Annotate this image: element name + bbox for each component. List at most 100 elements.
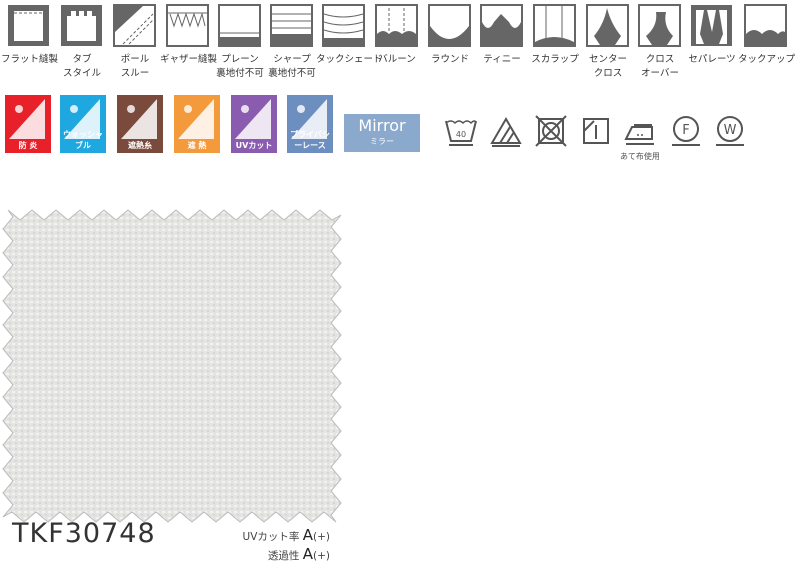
style-label: タックシェード — [316, 53, 383, 67]
style-label-line: クロス — [593, 68, 623, 79]
svg-text:W: W — [724, 123, 737, 138]
badge-label: 防 炎 — [18, 141, 38, 150]
style-label: タブ スタイル — [54, 53, 110, 81]
style-label-line: クロス — [645, 54, 675, 65]
style-label: セパレーツ — [684, 53, 740, 67]
style-label: ポール スルー — [107, 53, 163, 81]
style-label: プレーン 裏地付不可 — [212, 53, 268, 81]
style-balloon: バルーン — [375, 4, 419, 67]
pole-through-icon — [113, 4, 156, 47]
cross-over-icon — [638, 4, 681, 47]
svg-text:F: F — [682, 123, 689, 138]
style-label: バルーン — [369, 53, 425, 67]
style-flat-sewing: フラット縫製 — [1, 4, 58, 67]
balloon-icon — [375, 4, 418, 47]
iron-note: あて布使用 — [620, 152, 660, 161]
uv-cut-rate: UVカット率 A(+) — [243, 526, 330, 544]
badge-label: 遮熱糸 — [128, 141, 152, 150]
style-plain-shade: プレーン 裏地付不可 — [216, 4, 264, 81]
style-label-line: タックアップ — [738, 54, 796, 65]
style-label-line: スタイル — [62, 68, 101, 79]
drip-dry-icon — [578, 115, 614, 147]
style-label-line: タックシェード — [316, 54, 383, 65]
style-tuck-shade: タックシェード — [316, 4, 383, 67]
uv-value: A — [302, 526, 313, 544]
tab-style-icon — [61, 5, 102, 46]
badge-label: 遮 熱 — [187, 141, 207, 150]
style-label-line: プレーン — [221, 54, 259, 65]
badge-privacy-lace: プライバシーレース — [287, 95, 333, 153]
style-label: シャープ 裏地付不可 — [264, 53, 320, 81]
style-label-line: ティニー — [483, 54, 521, 65]
style-label-line: ラウンド — [430, 54, 469, 65]
badge-heat-shield: 遮 熱 — [174, 95, 220, 153]
style-cross-over: クロス オーバー — [638, 4, 682, 81]
no-tumble-dry-icon — [533, 115, 569, 147]
trans-suffix: (+) — [313, 550, 330, 562]
style-scallop: スカラップ — [531, 4, 579, 67]
tuck-up-icon — [744, 4, 787, 47]
style-label: センター クロス — [580, 53, 636, 81]
badge-heat-shield-yarn: 遮熱糸 — [117, 95, 163, 153]
style-label-line: セパレーツ — [688, 54, 736, 65]
swatch-fabric — [2, 209, 342, 523]
uv-label: UVカット率 — [242, 531, 300, 543]
dry-clean-f-icon: F — [668, 115, 704, 147]
badge-label: ウォッシャブル — [63, 130, 103, 150]
plain-shade-icon — [218, 4, 261, 47]
style-center-cross: センター クロス — [586, 4, 630, 81]
style-label-line: スカラップ — [531, 54, 579, 65]
fabric-swatch — [2, 209, 342, 523]
style-label-line: センター — [588, 54, 627, 65]
style-label-line: 裏地付不可 — [268, 68, 316, 79]
style-tab-style: タブ スタイル — [60, 4, 104, 81]
trans-label: 透過性 — [267, 550, 300, 562]
uv-suffix: (+) — [313, 531, 330, 543]
transparency: 透過性 A(+) — [268, 545, 330, 563]
separates-icon — [691, 5, 732, 46]
style-sharp-shade: シャープ 裏地付不可 — [268, 4, 316, 81]
style-label: ティニー — [474, 53, 530, 67]
iron-low-icon — [622, 115, 658, 147]
tuck-shade-icon — [322, 4, 365, 47]
mirror-sub: ミラー — [370, 137, 394, 146]
style-separates: セパレーツ — [688, 4, 736, 67]
style-round: ラウンド — [428, 4, 472, 67]
trans-value: A — [302, 545, 313, 563]
style-tuck-up: タックアップ — [738, 4, 795, 67]
badge-flame-retardant: 防 炎 — [5, 95, 51, 153]
style-tinny: ティニー — [480, 4, 524, 67]
tinny-icon — [480, 4, 523, 47]
style-label: タックアップ — [738, 53, 796, 67]
badge-label: UVカット — [235, 141, 273, 150]
wash-40-icon: 40 — [443, 115, 479, 147]
style-pole-through: ポール スルー — [113, 4, 157, 81]
style-label-line: オーバー — [641, 68, 679, 79]
badge-uv-cut: UVカット — [231, 95, 277, 153]
style-label-line: フラット縫製 — [1, 54, 59, 65]
mirror-badge: Mirror ミラー — [344, 114, 420, 152]
flat-sewing-icon — [8, 5, 49, 46]
style-label: クロス オーバー — [632, 53, 688, 81]
style-label-line: タブ — [72, 54, 92, 65]
bleach-icon — [488, 115, 524, 147]
style-label: スカラップ — [527, 53, 583, 67]
round-icon — [428, 4, 471, 47]
sharp-shade-icon — [270, 4, 313, 47]
style-label-line: ポール — [120, 54, 150, 65]
wet-clean-w-icon: W — [712, 115, 748, 147]
style-label: ラウンド — [422, 53, 478, 67]
style-label-line: スルー — [120, 68, 150, 79]
style-label-line: ギャザー縫製 — [160, 54, 218, 65]
badge-label: プライバシーレース — [290, 130, 330, 150]
mirror-label: Mirror — [358, 116, 406, 135]
center-cross-icon — [586, 4, 629, 47]
style-label-line: 裏地付不可 — [216, 68, 264, 79]
scallop-icon — [533, 4, 576, 47]
style-gather-sewing: ギャザー縫製 — [160, 4, 217, 67]
badge-washable: ウォッシャブル — [60, 95, 106, 153]
style-label-line: バルーン — [378, 54, 416, 65]
style-label-line: シャープ — [273, 54, 311, 65]
style-label: フラット縫製 — [1, 53, 59, 67]
style-label: ギャザー縫製 — [160, 53, 218, 67]
